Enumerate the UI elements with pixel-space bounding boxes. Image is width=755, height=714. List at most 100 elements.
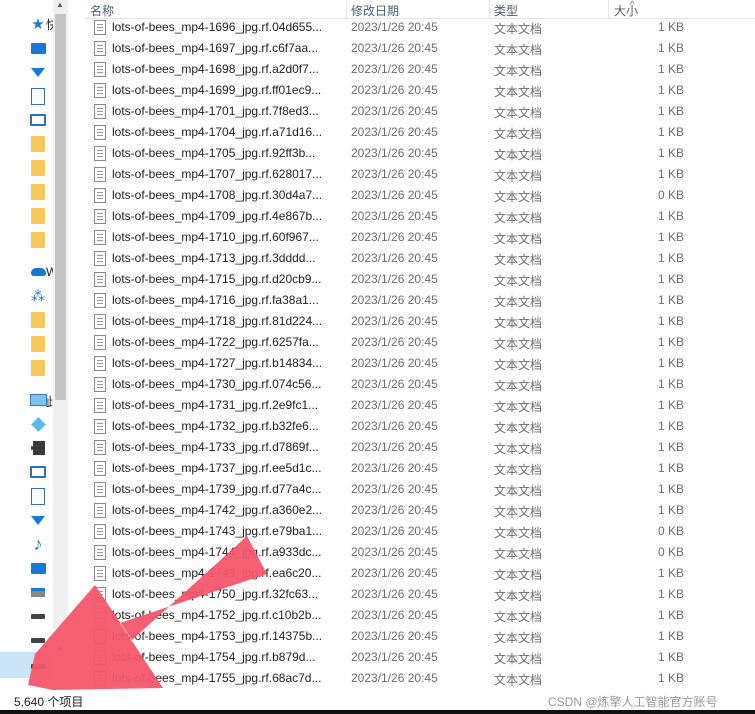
file-row[interactable]: lots-of-bees_mp4-1737_jpg.rf.ee5d1c... 20…	[84, 458, 755, 479]
file-row[interactable]: lots-of-bees_mp4-1697_jpg.rf.c6f7aa... 20…	[84, 38, 755, 59]
file-type: 文本文档	[494, 400, 543, 414]
nav-pictures[interactable]	[28, 110, 48, 130]
file-row[interactable]: lots-of-bees_mp4-1707_jpg.rf.628017... 20…	[84, 164, 755, 185]
nav-folder-1[interactable]	[28, 134, 48, 154]
nav-folder-4[interactable]	[28, 206, 48, 226]
file-row[interactable]: lots-of-bees_mp4-1733_jpg.rf.d7869f... 20…	[84, 437, 755, 458]
file-size: 1 KB	[657, 83, 684, 97]
nav-music[interactable]: ♪	[28, 534, 48, 554]
file-date: 2023/1/26 20:45	[351, 41, 438, 55]
file-row[interactable]: lots-of-bees_mp4-1744_jpg.rf.a933dc... 20…	[84, 542, 755, 563]
file-size: 1 KB	[657, 209, 684, 223]
file-name: lots-of-bees_mp4-1739_jpg.rf.d77a4c...	[112, 482, 322, 496]
file-row[interactable]: lots-of-bees_mp4-1722_jpg.rf.6257fa... 20…	[84, 332, 755, 353]
file-type: 文本文档	[494, 316, 543, 330]
file-name: lots-of-bees_mp4-1733_jpg.rf.d7869f...	[112, 440, 319, 454]
nav-drive-f[interactable]	[28, 656, 48, 676]
file-row[interactable]: lots-of-bees_mp4-1696_jpg.rf.04d655... 20…	[84, 17, 755, 38]
file-row[interactable]: lots-of-bees_mp4-1715_jpg.rf.d20cb9... 20…	[84, 269, 755, 290]
file-row[interactable]: lots-of-bees_mp4-1749_jpg.rf.ea6c20... 20…	[84, 563, 755, 584]
folder-icon	[31, 160, 45, 176]
nav-pictures-pc[interactable]	[28, 462, 48, 482]
nav-desktop-pc[interactable]	[28, 558, 48, 578]
file-row[interactable]: lots-of-bees_mp4-1708_jpg.rf.30d4a7... 20…	[84, 185, 755, 206]
nav-desktop[interactable]	[28, 38, 48, 58]
file-row[interactable]: lots-of-bees_mp4-1705_jpg.rf.92ff3b... 20…	[84, 143, 755, 164]
file-type: 文本文档	[494, 631, 543, 645]
folder-icon	[31, 232, 45, 248]
nav-3d-objects[interactable]	[28, 414, 48, 434]
nav-this-pc[interactable]	[28, 390, 48, 410]
nav-network-share[interactable]: ⁂	[28, 286, 48, 306]
file-row[interactable]: lots-of-bees_mp4-1732_jpg.rf.b32fe6... 20…	[84, 416, 755, 437]
scroll-up-icon[interactable]: ▲	[56, 0, 64, 9]
file-row[interactable]: lots-of-bees_mp4-1753_jpg.rf.14375b... 20…	[84, 626, 755, 647]
nav-downloads-pc[interactable]	[28, 510, 48, 530]
collapse-chevron-icon[interactable]: ^	[630, 0, 635, 11]
file-row[interactable]: lots-of-bees_mp4-1731_jpg.rf.2e9fc1... 20…	[84, 395, 755, 416]
3d-object-icon	[30, 416, 46, 432]
file-row[interactable]: lots-of-bees_mp4-1739_jpg.rf.d77a4c... 20…	[84, 479, 755, 500]
nav-drive-e[interactable]	[28, 630, 48, 650]
file-row[interactable]: lots-of-bees_mp4-1716_jpg.rf.fa38a1... 20…	[84, 290, 755, 311]
file-row[interactable]: lots-of-bees_mp4-1718_jpg.rf.81d224... 20…	[84, 311, 755, 332]
file-date: 2023/1/26 20:45	[351, 62, 438, 76]
file-row[interactable]: lots-of-bees_mp4-1730_jpg.rf.074c56... 20…	[84, 374, 755, 395]
text-file-icon	[94, 167, 106, 182]
text-file-icon	[94, 545, 106, 560]
file-row[interactable]: lots-of-bees_mp4-1742_jpg.rf.a360e2... 20…	[84, 500, 755, 521]
file-name: lots-of-bees_mp4-1718_jpg.rf.81d224...	[112, 314, 323, 328]
file-row[interactable]: lots-of-bees_mp4-1710_jpg.rf.60f967... 20…	[84, 227, 755, 248]
file-row[interactable]: lots-of-bees_mp4-1704_jpg.rf.a71d16... 20…	[84, 122, 755, 143]
file-row[interactable]: lots-of-bees_mp4-1743_jpg.rf.e79ba1... 20…	[84, 521, 755, 542]
nav-videos[interactable]	[28, 438, 48, 458]
file-type: 文本文档	[494, 169, 543, 183]
file-size: 1 KB	[657, 62, 684, 76]
file-row[interactable]: lots-of-bees_mp4-1709_jpg.rf.4e867b... 20…	[84, 206, 755, 227]
nav-quick-access[interactable]: ★	[28, 14, 48, 34]
file-row[interactable]: lots-of-bees_mp4-1750_jpg.rf.32fc63... 20…	[84, 584, 755, 605]
file-row[interactable]: lots-of-bees_mp4-1752_jpg.rf.c10b2b... 20…	[84, 605, 755, 626]
nav-folder-6[interactable]	[28, 310, 48, 330]
text-file-icon	[94, 671, 106, 686]
file-type: 文本文档	[494, 64, 543, 78]
file-size: 1 KB	[657, 167, 684, 181]
nav-folder-3[interactable]	[28, 182, 48, 202]
file-name: lots-of-bees_mp4-1730_jpg.rf.074c56...	[112, 377, 322, 391]
nav-drive-system[interactable]	[28, 582, 48, 602]
drive-icon	[31, 637, 45, 643]
nav-documents-pc[interactable]	[28, 486, 48, 506]
file-size: 1 KB	[657, 419, 684, 433]
file-size: 1 KB	[657, 671, 684, 685]
file-row[interactable]: lots-of-bees_mp4-1727_jpg.rf.b14834... 20…	[84, 353, 755, 374]
file-type: 文本文档	[494, 505, 543, 519]
music-icon: ♪	[33, 534, 43, 554]
text-file-icon	[94, 356, 106, 371]
column-separator[interactable]	[608, 0, 609, 18]
nav-documents[interactable]	[28, 86, 48, 106]
nav-drive-d[interactable]	[28, 606, 48, 626]
file-name: lots-of-bees_mp4-1743_jpg.rf.e79ba1...	[112, 524, 323, 538]
file-row[interactable]: lots-of-bees_mp4-1698_jpg.rf.a2d0f7... 20…	[84, 59, 755, 80]
picture-icon	[30, 114, 46, 126]
file-row[interactable]: lots-of-bees_mp4-1699_jpg.rf.ff01ec9... 2…	[84, 80, 755, 101]
file-row[interactable]: lots-of-bees_mp4-1754_jpg.rf.b879d... 202…	[84, 647, 755, 668]
nav-scrollbar-thumb[interactable]	[55, 14, 66, 400]
text-file-icon	[94, 482, 106, 497]
scroll-down-icon[interactable]: ▼	[56, 645, 64, 654]
file-row[interactable]: lots-of-bees_mp4-1713_jpg.rf.3dddd... 202…	[84, 248, 755, 269]
column-separator[interactable]	[489, 0, 490, 18]
file-date: 2023/1/26 20:45	[351, 356, 438, 370]
file-date: 2023/1/26 20:45	[351, 104, 438, 118]
folder-icon	[31, 360, 45, 376]
nav-folder-7[interactable]	[28, 334, 48, 354]
nav-folder-5[interactable]	[28, 230, 48, 250]
file-name: lots-of-bees_mp4-1715_jpg.rf.d20cb9...	[112, 272, 322, 286]
nav-downloads[interactable]	[28, 62, 48, 82]
file-date: 2023/1/26 20:45	[351, 188, 438, 202]
nav-folder-8[interactable]	[28, 358, 48, 378]
file-row[interactable]: lots-of-bees_mp4-1701_jpg.rf.7f8ed3... 20…	[84, 101, 755, 122]
nav-onedrive[interactable]	[28, 262, 48, 282]
column-separator[interactable]	[346, 0, 347, 18]
nav-folder-2[interactable]	[28, 158, 48, 178]
